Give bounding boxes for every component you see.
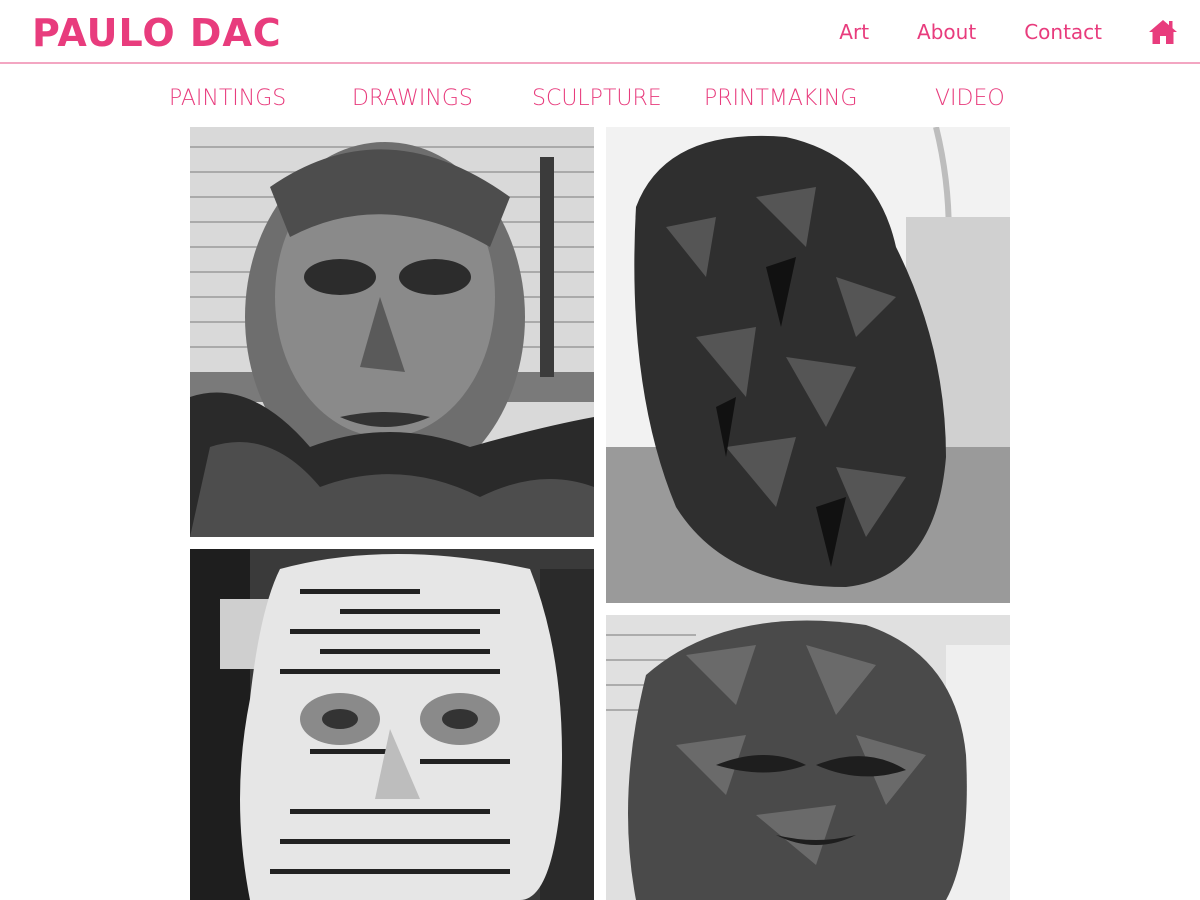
home-icon[interactable] (1148, 18, 1178, 46)
nav-link-contact[interactable]: Contact (1024, 16, 1102, 48)
category-link-printmaking[interactable]: PRINTMAKING (704, 84, 857, 114)
top-navigation: Art About Contact (791, 16, 1178, 48)
gallery-image-newspaper-face[interactable] (190, 549, 594, 900)
category-navigation: PAINTINGS DRAWINGS SCULPTURE PRINTMAKING… (168, 84, 1008, 114)
category-link-paintings[interactable]: PAINTINGS (169, 84, 286, 114)
nav-link-about[interactable]: About (917, 16, 976, 48)
category-link-sculpture[interactable]: SCULPTURE (532, 84, 662, 114)
category-link-video[interactable]: VIDEO (935, 84, 1005, 114)
gallery-image-rough-clay-head[interactable] (606, 127, 1010, 603)
sculpture-gallery (190, 127, 1010, 900)
site-header: PAULO DAC Art About Contact (0, 0, 1200, 64)
gallery-image-clay-bust[interactable] (190, 127, 594, 537)
category-link-drawings[interactable]: DRAWINGS (352, 84, 473, 114)
nav-link-art[interactable]: Art (839, 16, 869, 48)
gallery-image-clay-head-closeup[interactable] (606, 615, 1010, 900)
site-logo[interactable]: PAULO DAC (32, 10, 282, 56)
